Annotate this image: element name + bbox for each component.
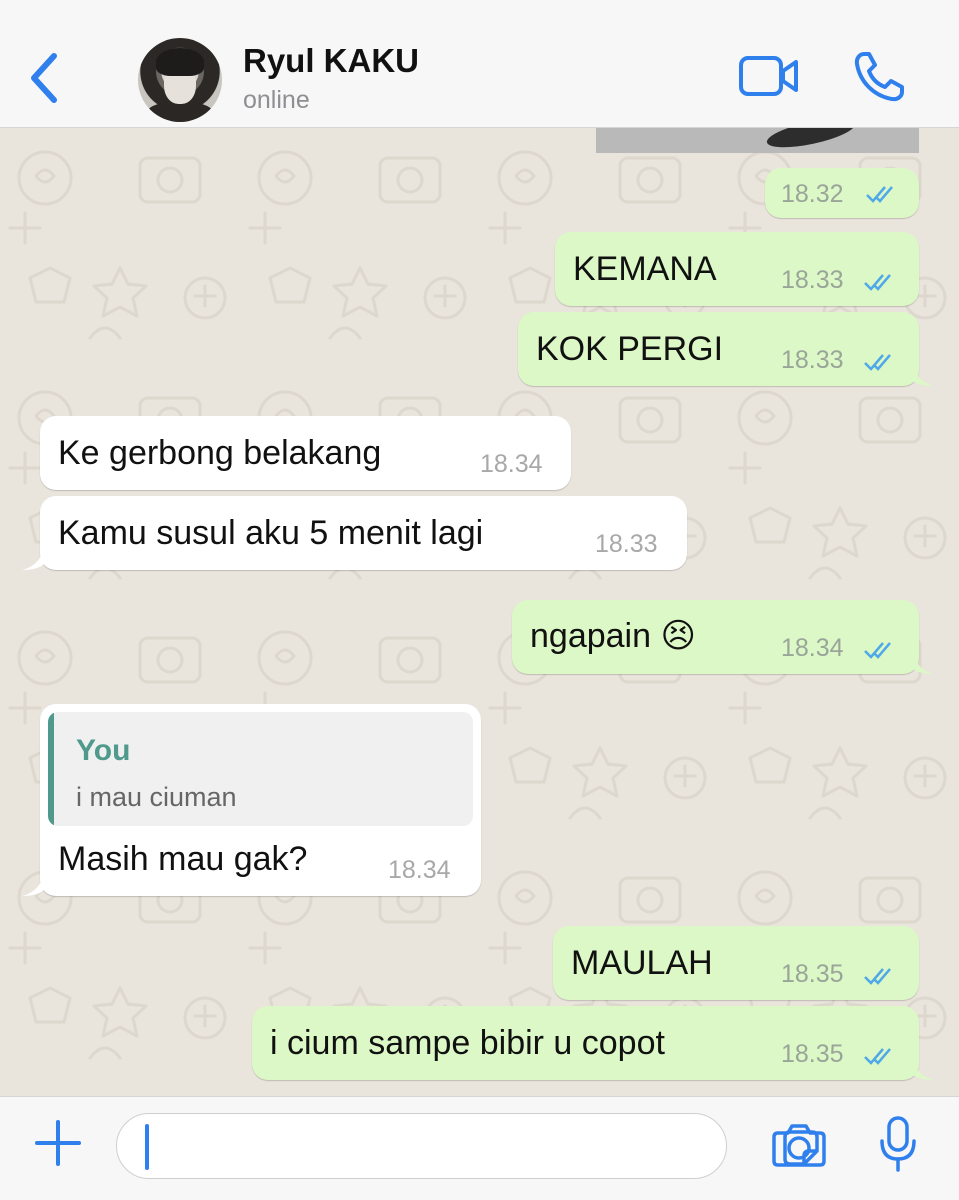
- quoted-message[interactable]: You i mau ciuman: [48, 712, 473, 826]
- message-bubble-outgoing[interactable]: MAULAH 18.35: [553, 926, 919, 1000]
- image-message-thumbnail[interactable]: [596, 128, 919, 153]
- message-time: 18.35: [781, 960, 844, 988]
- quoted-text: i mau ciuman: [76, 782, 237, 812]
- avatar-shirt: [146, 102, 214, 122]
- back-button[interactable]: [24, 48, 64, 108]
- text-caret: [145, 1124, 149, 1170]
- message-text: i cium sampe bibir u copot: [270, 1024, 665, 1062]
- message-bubble-incoming[interactable]: Ke gerbong belakang 18.34: [40, 416, 571, 490]
- message-time: 18.33: [781, 266, 844, 294]
- message-bubble-incoming-reply[interactable]: You i mau ciuman Masih mau gak? 18.34: [40, 704, 481, 896]
- plus-icon: [35, 1120, 81, 1166]
- microphone-icon: [880, 1116, 916, 1172]
- message-bubble-outgoing[interactable]: i cium sampe bibir u copot 18.35: [252, 1006, 919, 1080]
- message-time: 18.32: [781, 180, 844, 208]
- message-bubble-outgoing[interactable]: ngapain 😣 18.34: [512, 600, 919, 674]
- message-bubble-incoming[interactable]: Kamu susul aku 5 menit lagi 18.33: [40, 496, 687, 570]
- attach-button[interactable]: [34, 1117, 82, 1169]
- quoted-author: You: [76, 734, 131, 767]
- read-receipt-icon: [866, 186, 893, 203]
- message-bubble-outgoing[interactable]: KOK PERGI 18.33: [518, 312, 919, 386]
- bubble-tail: [22, 550, 44, 570]
- message-input[interactable]: [116, 1113, 819, 1179]
- phone-call-icon: [854, 52, 904, 102]
- message-bubble-outgoing[interactable]: KEMANA 18.33: [555, 232, 919, 306]
- back-arrow-icon: [31, 53, 57, 103]
- video-call-button[interactable]: [738, 54, 800, 98]
- chat-header: Ryul KAKU online: [0, 0, 959, 128]
- message-time: 18.34: [480, 450, 543, 478]
- bubble-tail: [912, 366, 934, 386]
- quote-accent-bar: [48, 712, 54, 826]
- message-time: 18.33: [781, 346, 844, 374]
- message-time: 18.34: [388, 856, 451, 884]
- message-text: MAULAH: [571, 944, 713, 982]
- voice-call-button[interactable]: [852, 50, 906, 104]
- read-receipt-icon: [864, 1048, 891, 1065]
- read-receipt-icon: [864, 968, 891, 985]
- message-text: Kamu susul aku 5 menit lagi: [58, 514, 484, 552]
- avatar[interactable]: [138, 38, 222, 122]
- camera-button[interactable]: [772, 1123, 826, 1167]
- contact-status: online: [243, 86, 310, 114]
- read-receipt-icon: [864, 354, 891, 371]
- chat-area[interactable]: 18.32 KEMANA 18.33 KOK PERGI 18.33 Ke ge…: [0, 128, 959, 1096]
- message-time: 18.34: [781, 634, 844, 662]
- camera-icon: [772, 1124, 826, 1167]
- bubble-tail: [912, 1060, 934, 1080]
- message-text: Masih mau gak?: [58, 840, 308, 878]
- message-text: ngapain 😣: [530, 617, 696, 655]
- message-time: 18.35: [781, 1040, 844, 1068]
- message-input-bar: [0, 1096, 959, 1200]
- microphone-button[interactable]: [878, 1115, 918, 1173]
- bubble-tail: [912, 654, 934, 674]
- message-bubble-outgoing[interactable]: 18.32: [765, 168, 919, 218]
- avatar-hair: [156, 48, 204, 76]
- message-text: Ke gerbong belakang: [58, 434, 382, 472]
- read-receipt-icon: [864, 642, 891, 659]
- message-text: KEMANA: [573, 250, 717, 288]
- contact-name[interactable]: Ryul KAKU: [243, 42, 419, 80]
- video-call-icon: [739, 56, 798, 96]
- message-time: 18.33: [595, 530, 658, 558]
- bubble-tail: [22, 876, 44, 896]
- read-receipt-icon: [864, 274, 891, 291]
- message-text: KOK PERGI: [536, 330, 724, 368]
